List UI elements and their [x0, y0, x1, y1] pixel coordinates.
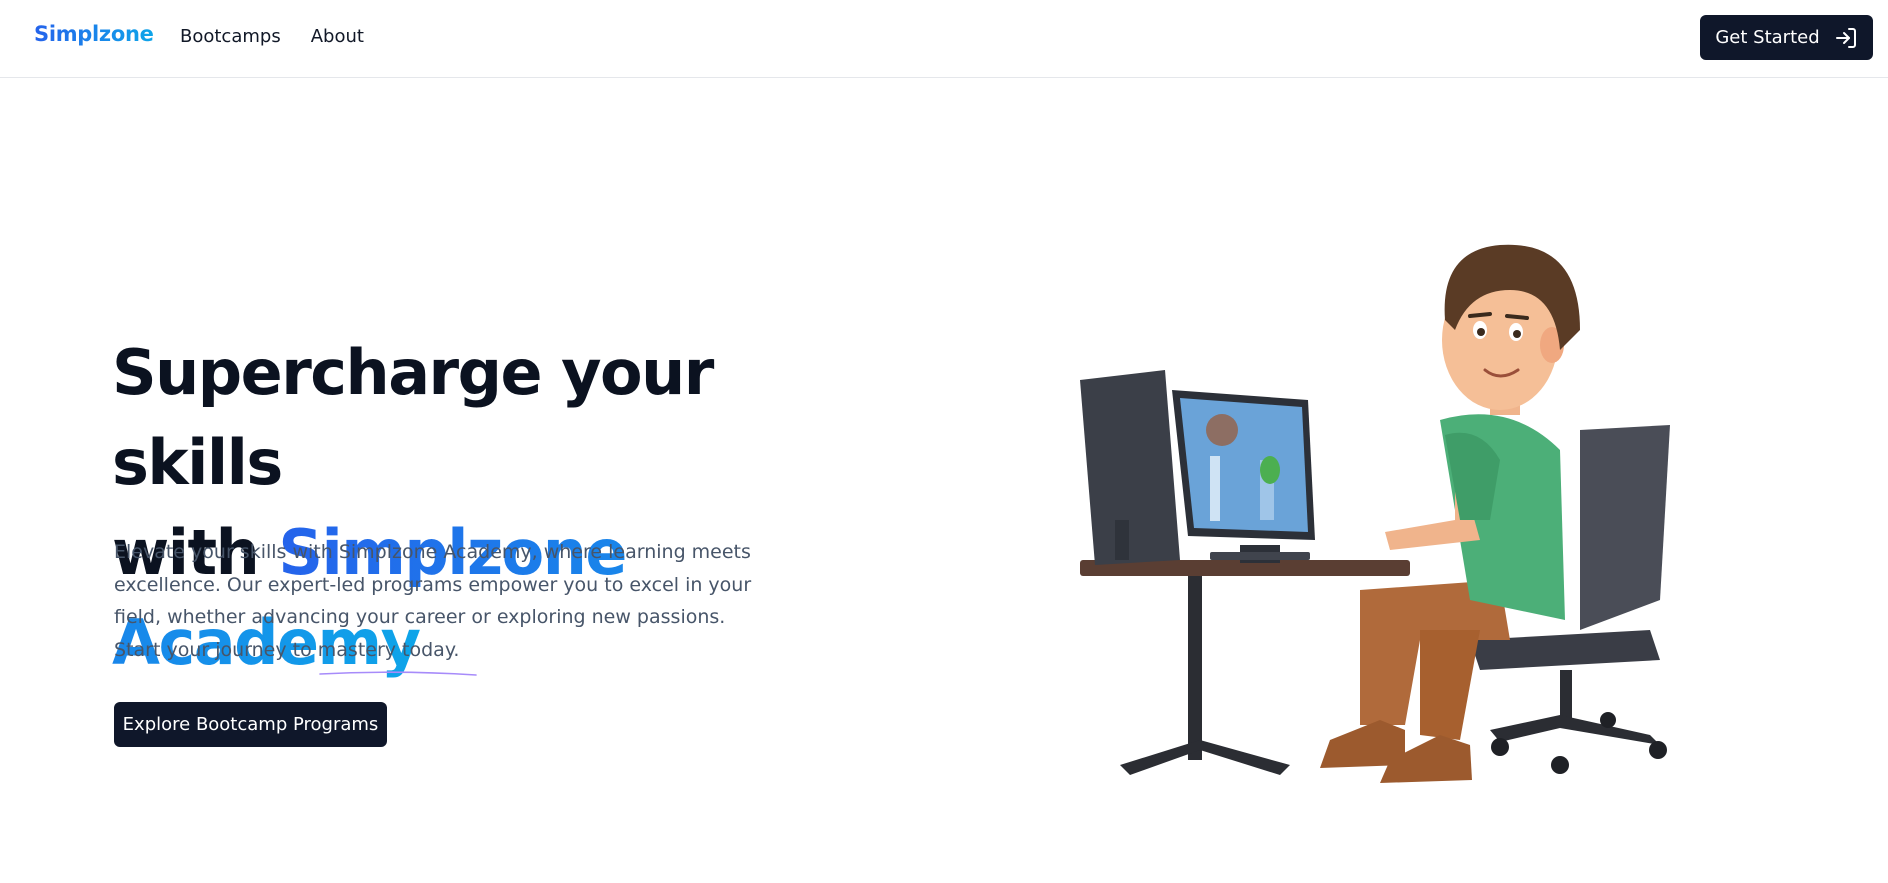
monitor-front	[1172, 390, 1315, 563]
hero-illustration	[1080, 244, 1670, 783]
get-started-label: Get Started	[1715, 27, 1820, 48]
keyboard	[1210, 552, 1310, 560]
top-navbar: Simplzone Bootcamps About Get Started	[0, 0, 1888, 78]
person	[1320, 244, 1580, 783]
get-started-button[interactable]: Get Started	[1700, 15, 1873, 60]
hero-title-line1: Supercharge your skills	[112, 336, 714, 499]
explore-bootcamp-programs-button[interactable]: Explore Bootcamp Programs	[114, 702, 387, 747]
sign-in-icon	[1835, 27, 1856, 48]
hero-description: Elevate your skills with Simplzone Acade…	[114, 541, 752, 661]
nav-link-bootcamps[interactable]: Bootcamps	[180, 26, 281, 47]
monitor-back	[1080, 370, 1180, 565]
main-nav: Bootcamps About	[180, 26, 364, 47]
nav-link-about[interactable]: About	[311, 26, 364, 47]
site-logo[interactable]: Simplzone	[34, 22, 154, 46]
underline-decoration	[319, 671, 477, 676]
